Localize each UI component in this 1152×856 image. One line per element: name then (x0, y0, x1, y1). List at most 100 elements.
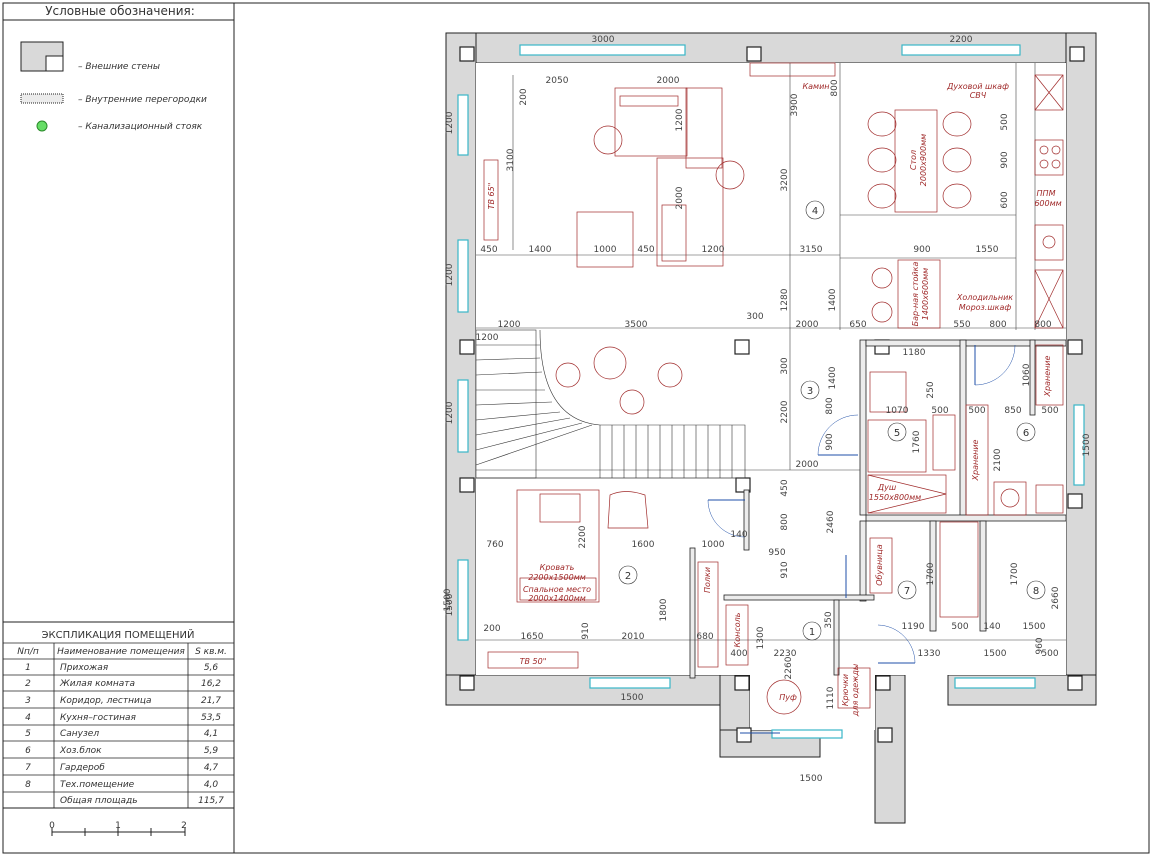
dimension-label: 450 (480, 245, 497, 255)
explication-row-num: 5 (25, 729, 31, 739)
dimension-label: 650 (849, 320, 866, 330)
dimension-label: 1280 (780, 288, 790, 311)
room-number-8: 8 (1033, 586, 1039, 597)
dimension-label: 1110 (826, 686, 836, 709)
dimension-label: 1650 (521, 632, 544, 642)
label-tv50: ТВ 50" (520, 657, 547, 666)
dimension-label: 3000 (592, 35, 615, 45)
dimension-label: 2100 (993, 448, 1003, 471)
room-number-5: 5 (894, 428, 900, 439)
explication-row-name: Хоз.блок (59, 746, 102, 756)
dimension-label: 2050 (546, 76, 569, 86)
dimension-label: 1400 (828, 366, 838, 389)
dimension-label: 600 (1000, 191, 1010, 208)
label-console: Консоль (733, 612, 742, 647)
dimension-label: 900 (913, 245, 930, 255)
dimension-label: 1190 (902, 622, 925, 632)
dimension-label: 800 (989, 320, 1006, 330)
dimension-label: 1500 (984, 649, 1007, 659)
dimension-label: 1200 (498, 320, 521, 330)
dimension-label: 450 (637, 245, 654, 255)
explication-row-area: 4,0 (204, 780, 219, 790)
dimension-label: 1500 (443, 588, 453, 611)
dimension-label: 1400 (529, 245, 552, 255)
dimension-label: 910 (780, 561, 790, 578)
dimension-label: 950 (768, 548, 785, 558)
explication-row-name: Гардероб (60, 763, 105, 773)
dimension-label: 900 (825, 433, 835, 450)
label-table-size: 2000х900мм (919, 134, 928, 186)
dimension-label: 2000 (796, 460, 819, 470)
label-microwave: СВЧ (970, 91, 987, 100)
room-number-2: 2 (625, 571, 631, 582)
explication-row-num: 7 (25, 763, 31, 773)
explication-row-num: 1 (25, 663, 31, 673)
dimension-label: 2460 (826, 510, 836, 533)
explication-row-num: 4 (25, 713, 31, 723)
legend: Условные обозначения: – Внешние стены – … (20, 4, 207, 132)
explication-row-name: Кухня–гостиная (60, 713, 137, 723)
dimension-label: 1200 (445, 263, 455, 286)
label-hooks-2: для одежды (851, 664, 860, 717)
label-shower-size: 1550х800мм (869, 493, 921, 502)
dimension-label: 850 (1004, 406, 1021, 416)
explication-header-area: S кв.м. (195, 647, 227, 657)
explication-row-area: 53,5 (201, 713, 221, 723)
explication-row-name: Жилая комната (59, 679, 135, 689)
room-number-1: 1 (809, 627, 815, 638)
dimension-label: 1200 (675, 108, 685, 131)
dimension-label: 500 (931, 406, 948, 416)
dimension-label: 500 (968, 406, 985, 416)
dimension-label: 140 (983, 622, 1000, 632)
legend-outer-wall-label: – Внешние стены (78, 62, 160, 72)
dimension-label: 1000 (594, 245, 617, 255)
explication-header-num: Nп/п (17, 647, 39, 657)
legend-inner-partition-label: – Внутренние перегородки (78, 95, 207, 105)
dimension-label: 200 (483, 624, 500, 634)
label-storage-2: Хранение (1043, 355, 1052, 397)
legend-sewer-riser-label: – Канализационный стояк (78, 122, 203, 132)
dimension-label: 1500 (1082, 433, 1092, 456)
dimension-label: 800 (1034, 320, 1051, 330)
explication-title: ЭКСПЛИКАЦИЯ ПОМЕЩЕНИЙ (42, 628, 195, 641)
explication-table: ЭКСПЛИКАЦИЯ ПОМЕЩЕНИЙ Nп/п Наименование … (3, 628, 234, 808)
dimension-label: 1700 (1010, 562, 1020, 585)
label-storage: Хранение (971, 439, 980, 481)
label-bar: Бар-ная стойка (911, 262, 920, 327)
dimension-label: 1400 (828, 288, 838, 311)
dimension-label: 1300 (756, 626, 766, 649)
dimension-label: 910 (581, 622, 591, 639)
explication-row-name: Тех.помещение (60, 780, 135, 790)
dimension-label: 1180 (903, 348, 926, 358)
dimension-label: 1700 (926, 562, 936, 585)
dimension-label: 2000 (675, 186, 685, 209)
room-number-7: 7 (904, 586, 910, 597)
dimension-label: 400 (730, 649, 747, 659)
dimension-label: 3150 (800, 245, 823, 255)
dimension-label: 3200 (780, 168, 790, 191)
label-dishwasher-size: 600мм (1034, 199, 1061, 208)
floor-plan-sheet: Условные обозначения: – Внешние стены – … (2, 2, 1150, 854)
room-number-3: 3 (807, 386, 813, 397)
dimension-label: 800 (780, 513, 790, 530)
dimension-label: 1200 (445, 401, 455, 424)
legend-sewer-riser: – Канализационный стояк (36, 120, 203, 132)
dimension-label: 500 (1000, 113, 1010, 130)
scale-label-0: 0 (49, 821, 55, 831)
dimension-label: 1550 (976, 245, 999, 255)
scale-label-1: 1 (115, 821, 121, 831)
dimension-label: 1200 (702, 245, 725, 255)
dimension-label: 1600 (632, 540, 655, 550)
label-bar-size: 1400х600мм (921, 268, 930, 320)
dimension-label: 1070 (886, 406, 909, 416)
label-table: Стол (909, 150, 918, 170)
label-bed: Кровать (540, 563, 575, 572)
dimension-label: 1500 (1023, 622, 1046, 632)
explication-row-num: 2 (25, 679, 31, 689)
dimension-label: 3900 (790, 93, 800, 116)
dimension-label: 500 (1041, 406, 1058, 416)
legend-title: Условные обозначения: (45, 4, 195, 18)
dimension-label: 1500 (621, 693, 644, 703)
explication-row-num: 8 (25, 780, 31, 790)
explication-row-name: Коридор, лестница (60, 696, 151, 706)
